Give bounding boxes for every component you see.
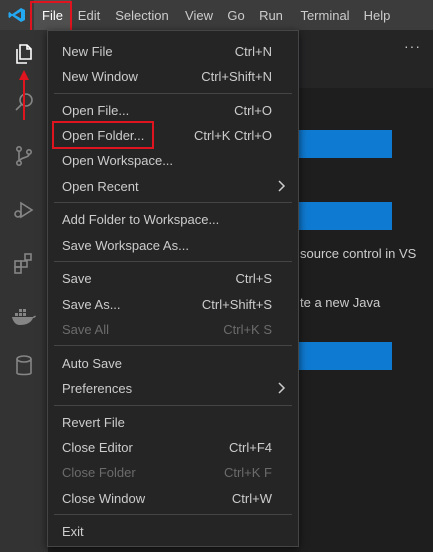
welcome-button-3[interactable] <box>298 342 392 370</box>
menu-item-label: Save <box>62 270 92 286</box>
menu-separator <box>54 405 292 406</box>
menu-item-label: New File <box>62 43 113 59</box>
menu-item-label: Close Folder <box>62 464 136 480</box>
menu-close-folder: Close Folder Ctrl+K F <box>48 460 298 484</box>
menu-item-shortcut: Ctrl+Shift+N <box>201 68 272 84</box>
chevron-right-icon <box>278 382 286 394</box>
menu-save-as[interactable]: Save As... Ctrl+Shift+S <box>48 292 298 316</box>
menu-item-shortcut: Ctrl+K S <box>223 321 272 337</box>
menu-item-shortcut: Ctrl+F4 <box>229 439 272 455</box>
chevron-right-icon <box>278 180 286 192</box>
menu-close-window[interactable]: Close Window Ctrl+W <box>48 486 298 510</box>
database-icon[interactable] <box>0 346 48 386</box>
menu-auto-save[interactable]: Auto Save <box>48 351 298 375</box>
menu-terminal[interactable]: Terminal <box>294 0 356 30</box>
menu-item-label: Open Workspace... <box>62 152 174 168</box>
menu-file[interactable]: File <box>34 0 71 30</box>
menu-bar: File Edit Selection View Go Run Terminal… <box>0 0 433 30</box>
menu-open-folder[interactable]: Open Folder... Ctrl+K Ctrl+O <box>48 123 298 147</box>
source-control-icon[interactable] <box>0 136 48 176</box>
menu-open-file[interactable]: Open File... Ctrl+O <box>48 98 298 122</box>
welcome-button-2[interactable] <box>298 202 392 230</box>
menu-run[interactable]: Run <box>254 0 288 30</box>
menu-separator <box>54 261 292 262</box>
menu-exit[interactable]: Exit <box>48 519 298 543</box>
menu-item-label: Close Window <box>62 490 146 506</box>
menu-item-label: Open Folder... <box>62 127 145 143</box>
menu-separator <box>54 514 292 515</box>
menu-item-label: Close Editor <box>62 439 133 455</box>
menu-separator <box>54 93 292 94</box>
menu-item-shortcut: Ctrl+W <box>231 490 272 506</box>
menu-selection[interactable]: Selection <box>110 0 174 30</box>
menu-preferences[interactable]: Preferences <box>48 376 298 400</box>
docker-icon[interactable] <box>0 296 48 336</box>
menu-item-label: Save Workspace As... <box>62 237 189 253</box>
menu-open-workspace[interactable]: Open Workspace... <box>48 148 298 172</box>
menu-item-label: Preferences <box>62 380 133 396</box>
menu-save[interactable]: Save Ctrl+S <box>48 266 298 290</box>
menu-new-window[interactable]: New Window Ctrl+Shift+N <box>48 64 298 88</box>
menu-item-shortcut: Ctrl+N <box>234 43 272 59</box>
menu-item-label: Open Recent <box>62 178 139 194</box>
red-arrow-annotation <box>19 70 29 120</box>
more-actions-icon[interactable]: ··· <box>404 38 421 54</box>
menu-item-label: Exit <box>62 523 84 539</box>
welcome-button-1[interactable] <box>298 130 392 158</box>
menu-add-folder-to-workspace[interactable]: Add Folder to Workspace... <box>48 207 298 231</box>
menu-item-shortcut: Ctrl+O <box>234 102 272 118</box>
menu-item-label: Save All <box>62 321 109 337</box>
menu-help[interactable]: Help <box>360 0 394 30</box>
menu-item-label: Save As... <box>62 296 121 312</box>
menu-edit[interactable]: Edit <box>74 0 104 30</box>
run-debug-icon[interactable] <box>0 190 48 230</box>
vscode-logo-icon[interactable] <box>8 7 26 23</box>
menu-item-label: Open File... <box>62 102 130 118</box>
menu-item-label: New Window <box>62 68 138 84</box>
extensions-icon[interactable] <box>0 243 48 283</box>
menu-item-shortcut: Ctrl+K Ctrl+O <box>193 127 272 143</box>
menu-item-label: Revert File <box>62 414 125 430</box>
menu-separator <box>54 345 292 346</box>
menu-item-label: Auto Save <box>62 355 122 371</box>
menu-revert-file[interactable]: Revert File <box>48 410 298 434</box>
menu-view[interactable]: View <box>180 0 218 30</box>
welcome-text-1: source control in VS <box>300 246 417 261</box>
menu-item-shortcut: Ctrl+K F <box>223 464 272 480</box>
menu-item-label: Add Folder to Workspace... <box>62 211 220 227</box>
menu-save-all: Save All Ctrl+K S <box>48 317 298 341</box>
file-menu-dropdown: New File Ctrl+N New Window Ctrl+Shift+N … <box>47 30 299 547</box>
menu-close-editor[interactable]: Close Editor Ctrl+F4 <box>48 435 298 459</box>
menu-new-file[interactable]: New File Ctrl+N <box>48 39 298 63</box>
menu-go[interactable]: Go <box>222 0 250 30</box>
menu-item-shortcut: Ctrl+S <box>235 270 272 286</box>
menu-item-shortcut: Ctrl+Shift+S <box>201 296 272 312</box>
menu-separator <box>54 202 292 203</box>
welcome-text-2: te a new Java <box>300 295 381 310</box>
menu-open-recent[interactable]: Open Recent <box>48 174 298 198</box>
menu-save-workspace-as[interactable]: Save Workspace As... <box>48 233 298 257</box>
